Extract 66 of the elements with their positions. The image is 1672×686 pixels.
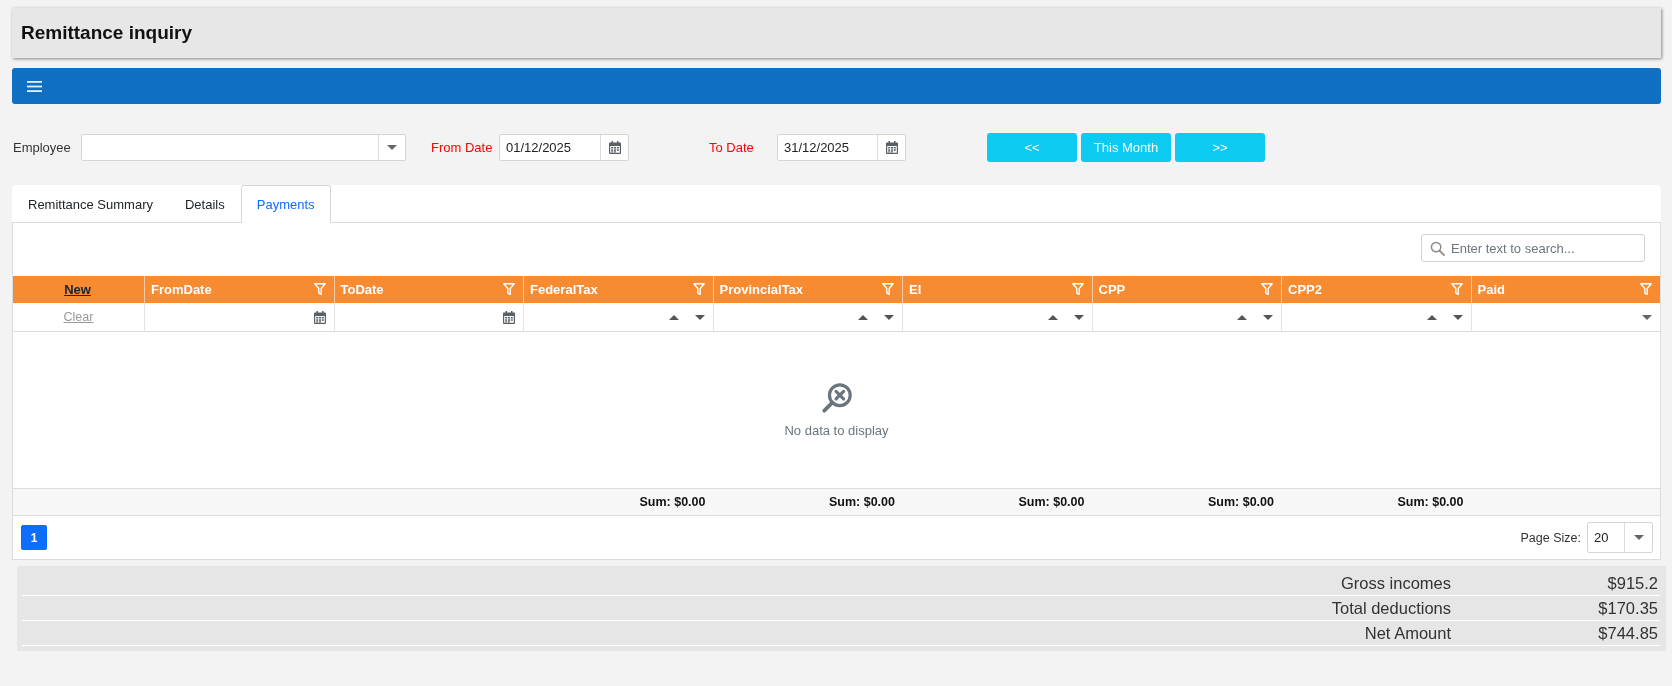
column-total: Sum: $0.00 (639, 495, 706, 509)
summary-label: Total deductions (1331, 598, 1451, 618)
spin-up-icon[interactable] (1047, 314, 1058, 320)
tab[interactable]: Remittance Summary (12, 185, 169, 223)
period-button[interactable]: >> (1175, 133, 1265, 162)
clear-link[interactable]: Clear (63, 310, 94, 324)
filter-icon[interactable] (503, 283, 515, 296)
calendar-icon[interactable] (313, 310, 326, 324)
no-data-icon (820, 382, 853, 414)
to-date-label: To Date (709, 140, 754, 155)
caret-icon[interactable] (387, 145, 397, 150)
spin-down-icon[interactable] (1263, 314, 1273, 320)
new-link[interactable]: New (64, 282, 91, 297)
caret-icon[interactable] (1642, 314, 1652, 320)
column-total: Sum: $0.00 (1397, 495, 1464, 509)
filter-icon[interactable] (1640, 283, 1652, 296)
filter-icon[interactable] (1450, 283, 1463, 296)
menu-icon[interactable] (27, 80, 42, 92)
from-date-label: From Date (431, 140, 493, 155)
to-date-field[interactable]: 31/12/2025 (777, 134, 906, 161)
page-size-dropdown[interactable]: 20 (1587, 522, 1653, 553)
spin-down-icon[interactable] (1452, 314, 1463, 320)
summary-value: $170.35 (1598, 598, 1658, 618)
spin-down-icon[interactable] (694, 314, 705, 320)
column-header[interactable]: CPP2 (1288, 282, 1322, 297)
spin-up-icon[interactable] (1426, 314, 1437, 320)
column-total: Sum: $0.00 (1208, 495, 1274, 509)
tab[interactable]: Details (169, 185, 241, 223)
filter-icon[interactable] (692, 283, 705, 296)
page-size-label: Page Size: (1520, 530, 1581, 545)
period-button[interactable]: << (987, 133, 1077, 162)
caret-icon[interactable] (1633, 535, 1644, 540)
column-total: Sum: $0.00 (1018, 495, 1085, 509)
summary-label: Gross incomes (1340, 573, 1451, 593)
summary-value: $915.2 (1607, 573, 1658, 593)
period-button[interactable]: This Month (1081, 133, 1171, 162)
column-header[interactable]: EI (909, 282, 922, 297)
employee-label: Employee (13, 140, 71, 155)
no-data-text: No data to display (784, 423, 889, 438)
summary-label: Net Amount (1364, 623, 1451, 643)
spin-down-icon[interactable] (1073, 314, 1084, 320)
filter-icon[interactable] (882, 283, 894, 296)
spin-up-icon[interactable] (668, 314, 679, 320)
column-total: Sum: $0.00 (829, 495, 895, 509)
search-icon (1430, 240, 1445, 256)
spin-up-icon[interactable] (1237, 314, 1247, 320)
column-header[interactable]: ProvincialTax (719, 282, 804, 297)
column-header[interactable]: Paid (1477, 282, 1505, 297)
calendar-icon[interactable] (885, 141, 898, 154)
calendar-icon[interactable] (503, 310, 515, 324)
filter-icon[interactable] (1261, 283, 1273, 296)
filter-icon[interactable] (313, 283, 326, 296)
from-date-field[interactable]: 01/12/2025 (499, 134, 629, 161)
tab[interactable]: Payments (240, 185, 331, 223)
column-header[interactable]: ToDate (340, 282, 384, 297)
column-header[interactable]: FederalTax (530, 282, 598, 297)
filter-icon[interactable] (1071, 283, 1084, 296)
spin-down-icon[interactable] (884, 314, 894, 320)
search-field[interactable]: Enter text to search... (1421, 234, 1645, 262)
page-button[interactable]: 1 (21, 525, 47, 550)
column-header[interactable]: CPP (1098, 282, 1126, 297)
calendar-icon[interactable] (608, 141, 621, 154)
spin-up-icon[interactable] (858, 314, 868, 320)
page-title: Remittance inquiry (21, 22, 193, 44)
column-header[interactable]: FromDate (151, 282, 212, 297)
summary-value: $744.85 (1598, 623, 1658, 643)
